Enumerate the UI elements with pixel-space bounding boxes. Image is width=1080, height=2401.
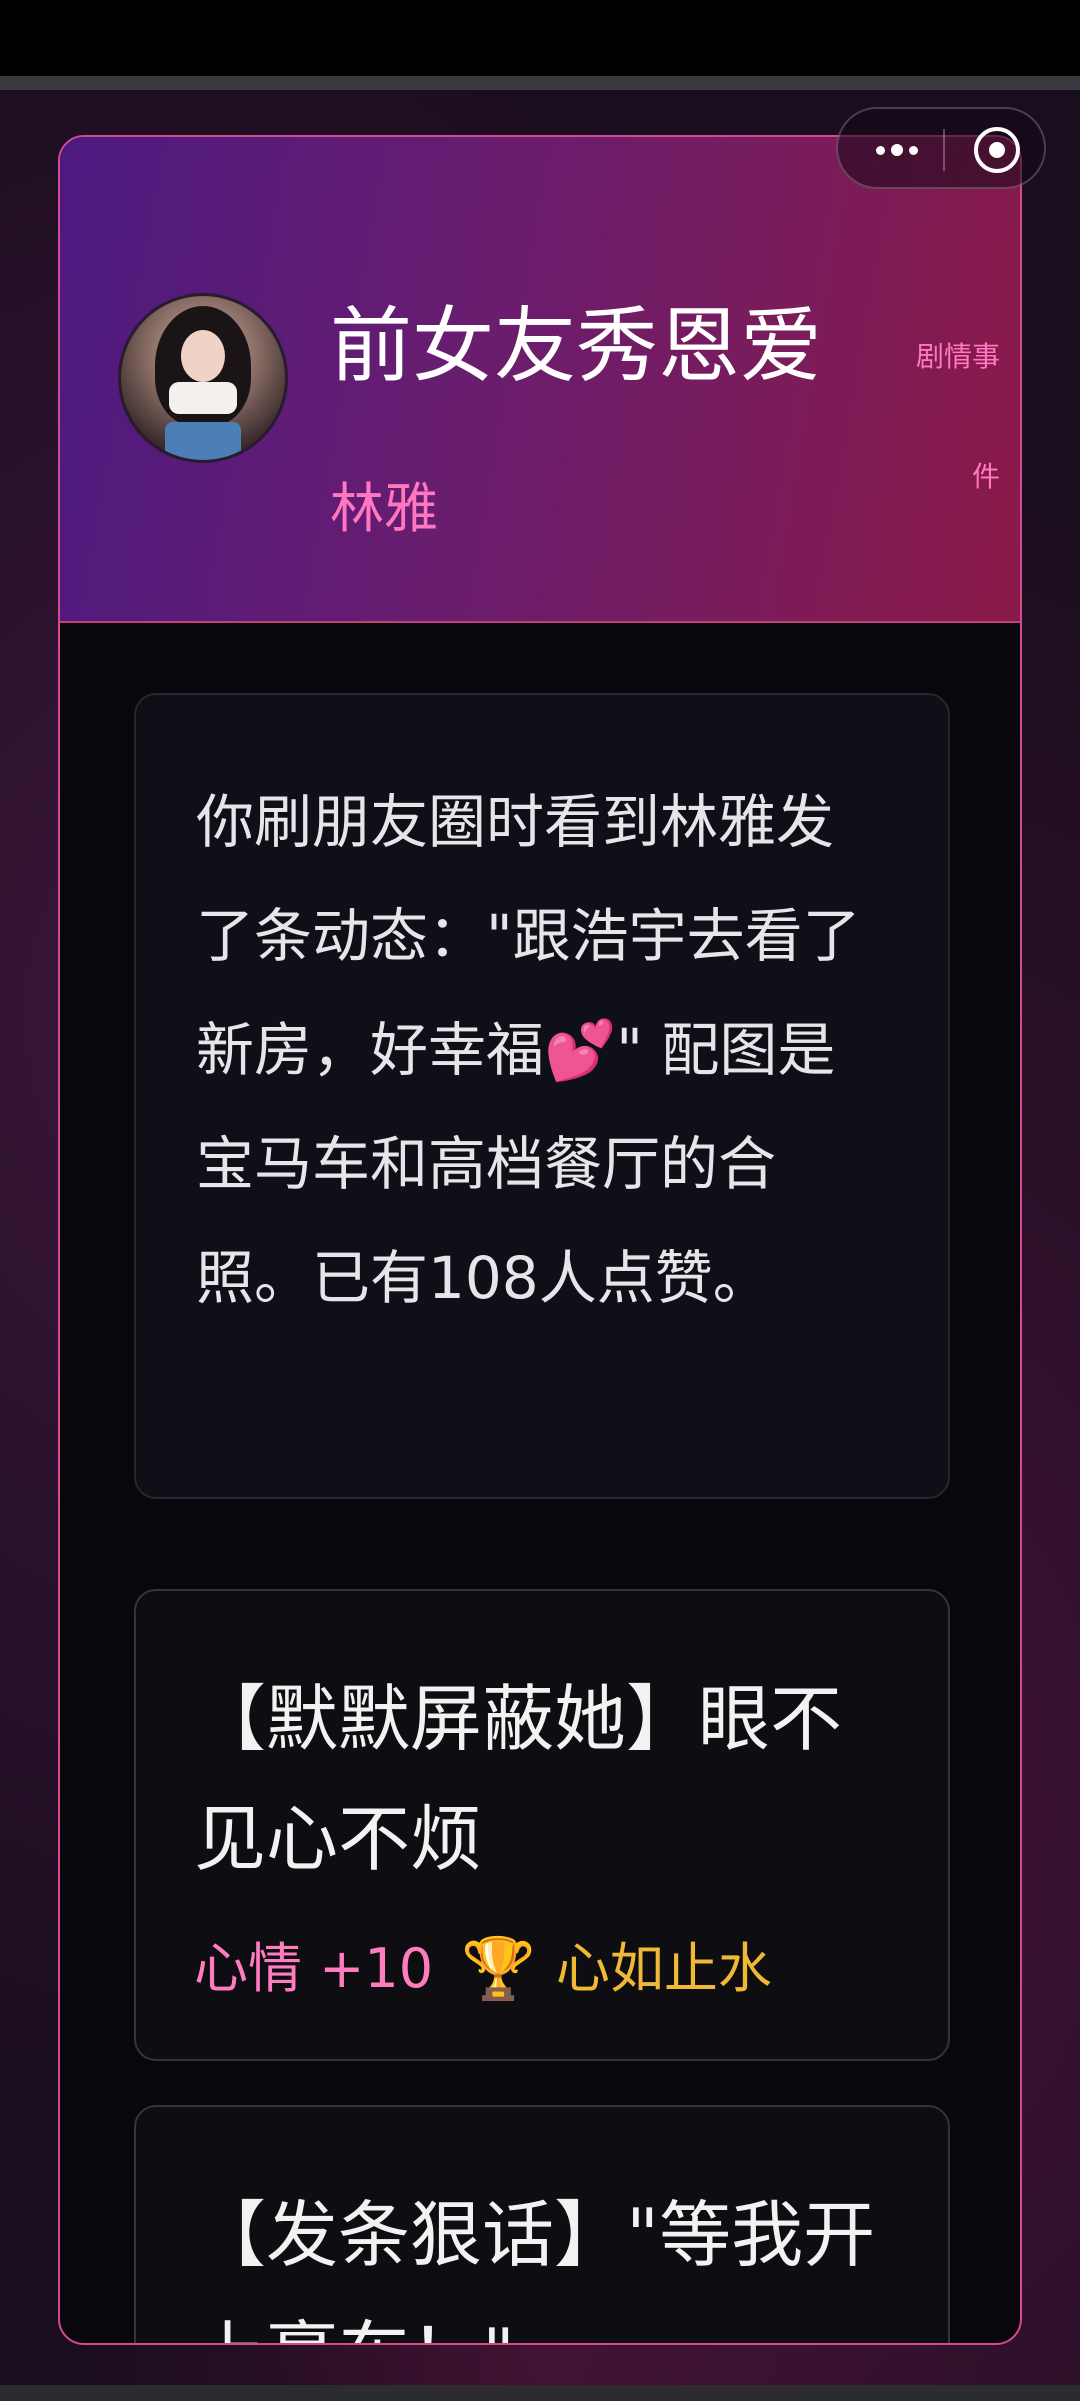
story-text: 你刷朋友圈时看到林雅发了条动态："跟浩宇去看了新房，好幸福💕" 配图是宝马车和高… [196,788,861,1312]
bottom-bar [0,2385,1080,2401]
event-type-tag: 剧情事件 [915,340,1000,493]
achievement-name: 心如止水 [555,1937,772,2000]
choice-effects: 心情 +10 🏆 心如止水 [194,1937,772,2001]
story-box: 你刷朋友圈时看到林雅发了条动态："跟浩宇去看了新房，好幸福💕" 配图是宝马车和高… [134,693,950,1499]
status-divider [0,76,1080,90]
trophy-icon: 🏆 [461,1934,536,2004]
mini-program-capsule [836,107,1046,189]
choice-button-block[interactable]: 【默默屏蔽她】眼不见心不烦 心情 +10 🏆 心如止水 [134,1589,950,2061]
event-header: 前女友秀恩爱 林雅 剧情事件 [60,137,1020,623]
target-close-icon[interactable] [974,127,1020,173]
character-name: 林雅 [330,477,438,540]
event-title: 前女友秀恩爱 [330,299,823,394]
status-bar [0,0,1080,76]
choice-button-threat[interactable]: 【发条狠话】"等我开上豪车！" [134,2105,950,2343]
event-card: 前女友秀恩爱 林雅 剧情事件 你刷朋友圈时看到林雅发了条动态："跟浩宇去看了新房… [58,135,1022,2345]
capsule-divider [943,129,945,171]
mood-effect: 心情 +10 [194,1937,434,2000]
more-dots-icon[interactable] [862,131,932,169]
achievement: 🏆 心如止水 [461,1937,772,2001]
choice-label: 【默默屏蔽她】眼不见心不烦 [194,1677,843,1881]
character-avatar[interactable] [118,293,288,463]
choice-label: 【发条狠话】"等我开上豪车！" [194,2193,876,2343]
